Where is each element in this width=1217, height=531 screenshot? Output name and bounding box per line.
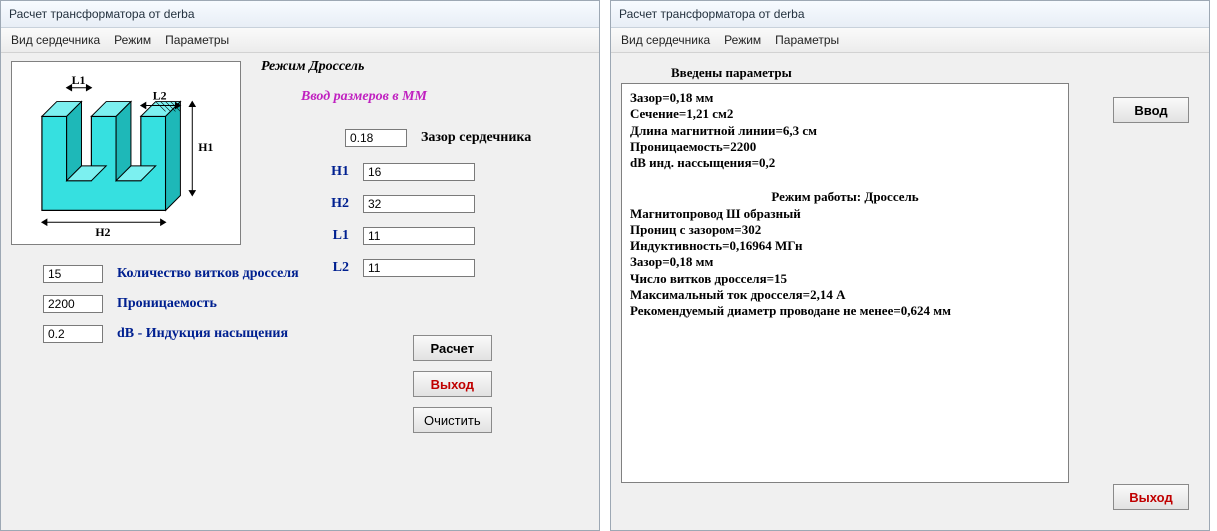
- row-db: dВ - Индукция насыщения: [43, 323, 288, 345]
- row-l2: L2: [301, 257, 475, 279]
- menu-core-right[interactable]: Вид сердечника: [621, 33, 710, 47]
- menu-bar-right: Вид сердечника Режим Параметры: [611, 28, 1209, 53]
- row-turns: Количество витков дросселя: [43, 263, 299, 285]
- turns-input[interactable]: [43, 265, 103, 283]
- input-button[interactable]: Ввод: [1113, 97, 1189, 123]
- mode-heading: Режим Дроссель: [261, 59, 364, 75]
- menu-mode[interactable]: Режим: [114, 33, 151, 47]
- client-area-left: L1 L2 H1 H2 Режим Дроссель Ввод размеров…: [1, 53, 599, 530]
- db-input[interactable]: [43, 325, 103, 343]
- params-heading: Введены параметры: [671, 65, 792, 81]
- svg-label-l1: L1: [72, 73, 86, 87]
- calc-button[interactable]: Расчет: [413, 335, 492, 361]
- l1-input[interactable]: [363, 227, 475, 245]
- exit-button-left[interactable]: Выход: [413, 371, 492, 397]
- perm-label: Проницаемость: [103, 296, 217, 312]
- title-bar-left: Расчет трансформатора от derba: [1, 1, 599, 28]
- db-label: dВ - Индукция насыщения: [103, 326, 288, 342]
- row-h2: H2: [301, 193, 475, 215]
- mm-heading: Ввод размеров в ММ: [301, 89, 427, 105]
- gap-label: Зазор сердечника: [407, 130, 531, 146]
- window-title-right: Расчет трансформатора от derba: [619, 7, 805, 21]
- row-h1: H1: [301, 161, 475, 183]
- perm-input[interactable]: [43, 295, 103, 313]
- svg-label-l2: L2: [153, 89, 167, 103]
- menu-params-right[interactable]: Параметры: [775, 33, 839, 47]
- params-output: Зазор=0,18 ммСечение=1,21 см2Длина магни…: [621, 83, 1069, 483]
- l2-input[interactable]: [363, 259, 475, 277]
- svg-label-h2: H2: [95, 225, 110, 239]
- row-perm: Проницаемость: [43, 293, 217, 315]
- row-l1: L1: [301, 225, 475, 247]
- row-gap: Зазор сердечника: [345, 127, 531, 149]
- h2-input[interactable]: [363, 195, 475, 213]
- clear-button[interactable]: Очистить: [413, 407, 492, 433]
- core-diagram-box: L1 L2 H1 H2: [11, 61, 241, 245]
- svg-label-h1: H1: [198, 140, 213, 154]
- title-bar-right: Расчет трансформатора от derba: [611, 1, 1209, 28]
- menu-params[interactable]: Параметры: [165, 33, 229, 47]
- h1-input[interactable]: [363, 163, 475, 181]
- turns-label: Количество витков дросселя: [103, 266, 299, 282]
- button-stack-left: Расчет Выход Очистить: [413, 335, 492, 433]
- l2-label: L2: [301, 260, 363, 276]
- window-left: Расчет трансформатора от derba Вид серде…: [0, 0, 600, 531]
- gap-input[interactable]: [345, 129, 407, 147]
- window-title: Расчет трансформатора от derba: [9, 7, 195, 21]
- h2-label: H2: [301, 196, 363, 212]
- menu-mode-right[interactable]: Режим: [724, 33, 761, 47]
- exit-button-right[interactable]: Выход: [1113, 484, 1189, 510]
- window-right: Расчет трансформатора от derba Вид серде…: [610, 0, 1210, 531]
- h1-label: H1: [301, 164, 363, 180]
- menu-bar-left: Вид сердечника Режим Параметры: [1, 28, 599, 53]
- core-diagram-svg: L1 L2 H1 H2: [12, 62, 240, 244]
- l1-label: L1: [301, 228, 363, 244]
- client-area-right: Введены параметры Зазор=0,18 ммСечение=1…: [611, 53, 1209, 530]
- menu-core[interactable]: Вид сердечника: [11, 33, 100, 47]
